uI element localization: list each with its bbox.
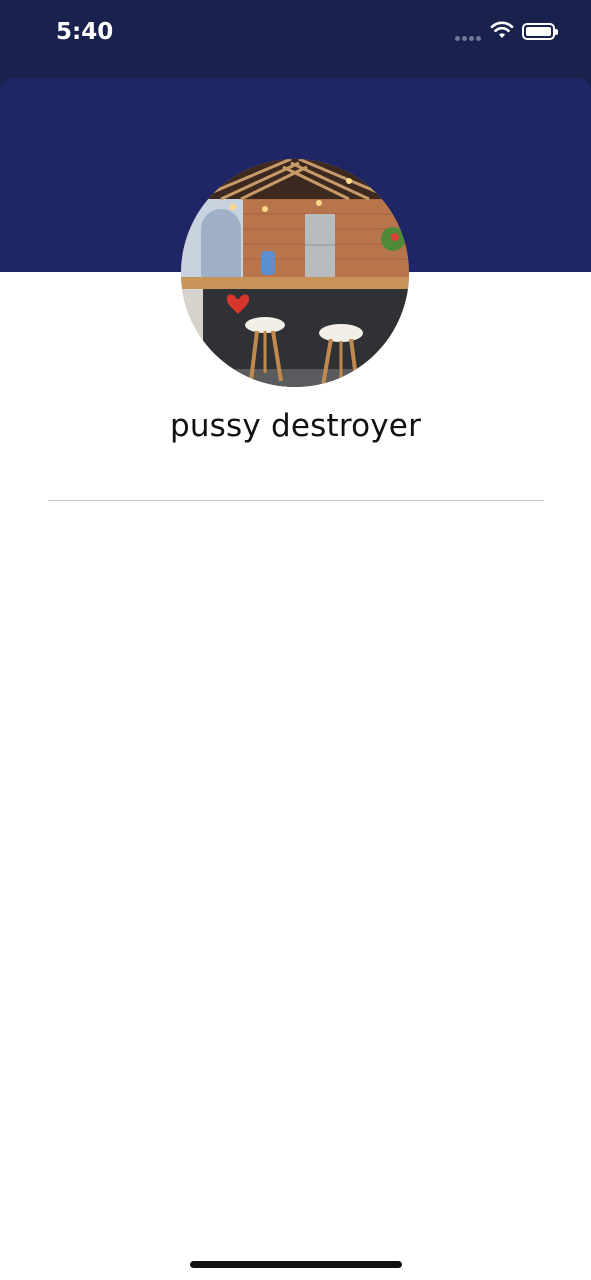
profile-avatar[interactable] — [181, 159, 409, 387]
home-indicator[interactable] — [190, 1261, 402, 1268]
status-time: 5:40 — [56, 19, 114, 45]
signal-dots-icon — [455, 36, 483, 42]
status-bar: 5:40 — [0, 0, 591, 78]
battery-full-icon — [522, 23, 558, 40]
profile-name: pussy destroyer — [169, 408, 422, 444]
avatar-photo — [181, 159, 409, 387]
wifi-icon — [490, 21, 514, 38]
divider — [48, 500, 544, 501]
